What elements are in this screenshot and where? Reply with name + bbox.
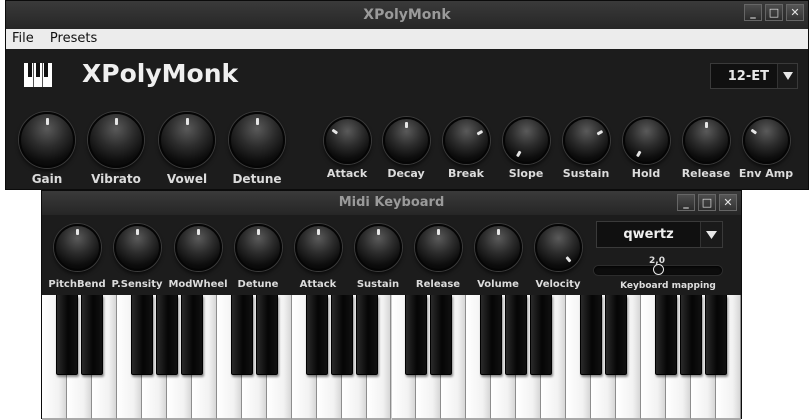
main-titlebar[interactable]: XPolyMonk _ □ ✕ <box>6 1 808 29</box>
minimize-button[interactable]: _ <box>677 194 695 211</box>
gain-knob[interactable] <box>19 112 75 168</box>
close-button[interactable]: ✕ <box>719 194 737 211</box>
midi-release-knob[interactable] <box>414 224 462 271</box>
release-knob[interactable] <box>682 117 730 164</box>
env-amp-label: Env Amp <box>738 167 794 180</box>
detune-knob[interactable] <box>229 112 285 168</box>
maximize-button[interactable]: □ <box>765 4 783 21</box>
black-key[interactable] <box>305 295 328 375</box>
menu-bar: File Presets <box>6 29 808 49</box>
decay-knob[interactable] <box>382 117 430 164</box>
menu-presets[interactable]: Presets <box>44 29 103 49</box>
black-key[interactable] <box>480 295 503 375</box>
black-key[interactable] <box>580 295 603 375</box>
vowel-knob[interactable] <box>159 112 215 168</box>
black-key[interactable] <box>680 295 703 375</box>
midi-p-sensity-knob[interactable] <box>113 224 161 271</box>
tuning-select[interactable]: 12-ET <box>710 63 798 89</box>
main-window-title: XPolyMonk <box>363 7 451 23</box>
black-key[interactable] <box>130 295 153 375</box>
vibrato-knob[interactable] <box>88 112 144 168</box>
sustain-knob[interactable] <box>562 117 610 164</box>
black-key[interactable] <box>330 295 353 375</box>
menu-file[interactable]: File <box>6 29 40 49</box>
black-key[interactable] <box>530 295 553 375</box>
black-key[interactable] <box>230 295 253 375</box>
maximize-button[interactable]: □ <box>698 194 716 211</box>
midi-velocity-label: Velocity <box>535 279 581 290</box>
black-key[interactable] <box>705 295 728 375</box>
black-key[interactable] <box>180 295 203 375</box>
xpolymonk-window: XPolyMonk _ □ ✕ File Presets XPolyMonk 1… <box>5 0 809 190</box>
keyboard-mapping-slider[interactable] <box>594 264 722 275</box>
keyboard-mapping-slider-thumb[interactable] <box>652 264 664 275</box>
black-key[interactable] <box>430 295 453 375</box>
detune-label: Detune <box>232 172 282 186</box>
midi-titlebar[interactable]: Midi Keyboard _ □ ✕ <box>42 191 741 215</box>
piano-logo-icon <box>24 63 52 87</box>
midi-sustain-knob[interactable] <box>354 224 402 271</box>
keyboard-mapping-label: Keyboard mapping <box>620 281 716 291</box>
layout-dropdown-arrow-icon[interactable] <box>700 222 722 247</box>
black-key[interactable] <box>355 295 378 375</box>
midi-pitchbend-knob[interactable] <box>53 224 101 271</box>
midi-window-title: Midi Keyboard <box>338 195 445 210</box>
tuning-dropdown-arrow-icon[interactable] <box>777 64 797 88</box>
keyboard-layout-select[interactable]: qwertz <box>596 221 723 248</box>
keyboard-layout-value: qwertz <box>623 227 674 242</box>
env-amp-knob[interactable] <box>742 117 790 164</box>
slope-knob[interactable] <box>502 117 550 164</box>
piano-keyboard <box>42 295 741 420</box>
minimize-button[interactable]: _ <box>744 4 762 21</box>
attack-knob[interactable] <box>323 117 371 164</box>
black-key[interactable] <box>55 295 78 375</box>
midi-window-controls: _ □ ✕ <box>677 194 737 211</box>
black-key[interactable] <box>605 295 628 375</box>
tuning-value: 12-ET <box>727 68 769 84</box>
close-button[interactable]: ✕ <box>786 4 804 21</box>
black-key[interactable] <box>155 295 178 375</box>
midi-modwheel-knob[interactable] <box>174 224 222 271</box>
midi-keyboard-window: Midi Keyboard _ □ ✕ PitchBend P.Sensity Mo… <box>41 190 742 420</box>
black-key[interactable] <box>655 295 678 375</box>
midi-velocity-knob[interactable] <box>534 224 582 271</box>
black-key[interactable] <box>80 295 103 375</box>
main-window-controls: _ □ ✕ <box>744 4 804 21</box>
app-title: XPolyMonk <box>82 59 239 88</box>
midi-detune-knob[interactable] <box>234 224 282 271</box>
midi-volume-knob[interactable] <box>474 224 522 271</box>
black-key[interactable] <box>255 295 278 375</box>
hold-knob[interactable] <box>622 117 670 164</box>
black-key[interactable] <box>505 295 528 375</box>
break-knob[interactable] <box>442 117 490 164</box>
black-key[interactable] <box>405 295 428 375</box>
midi-attack-knob[interactable] <box>294 224 342 271</box>
